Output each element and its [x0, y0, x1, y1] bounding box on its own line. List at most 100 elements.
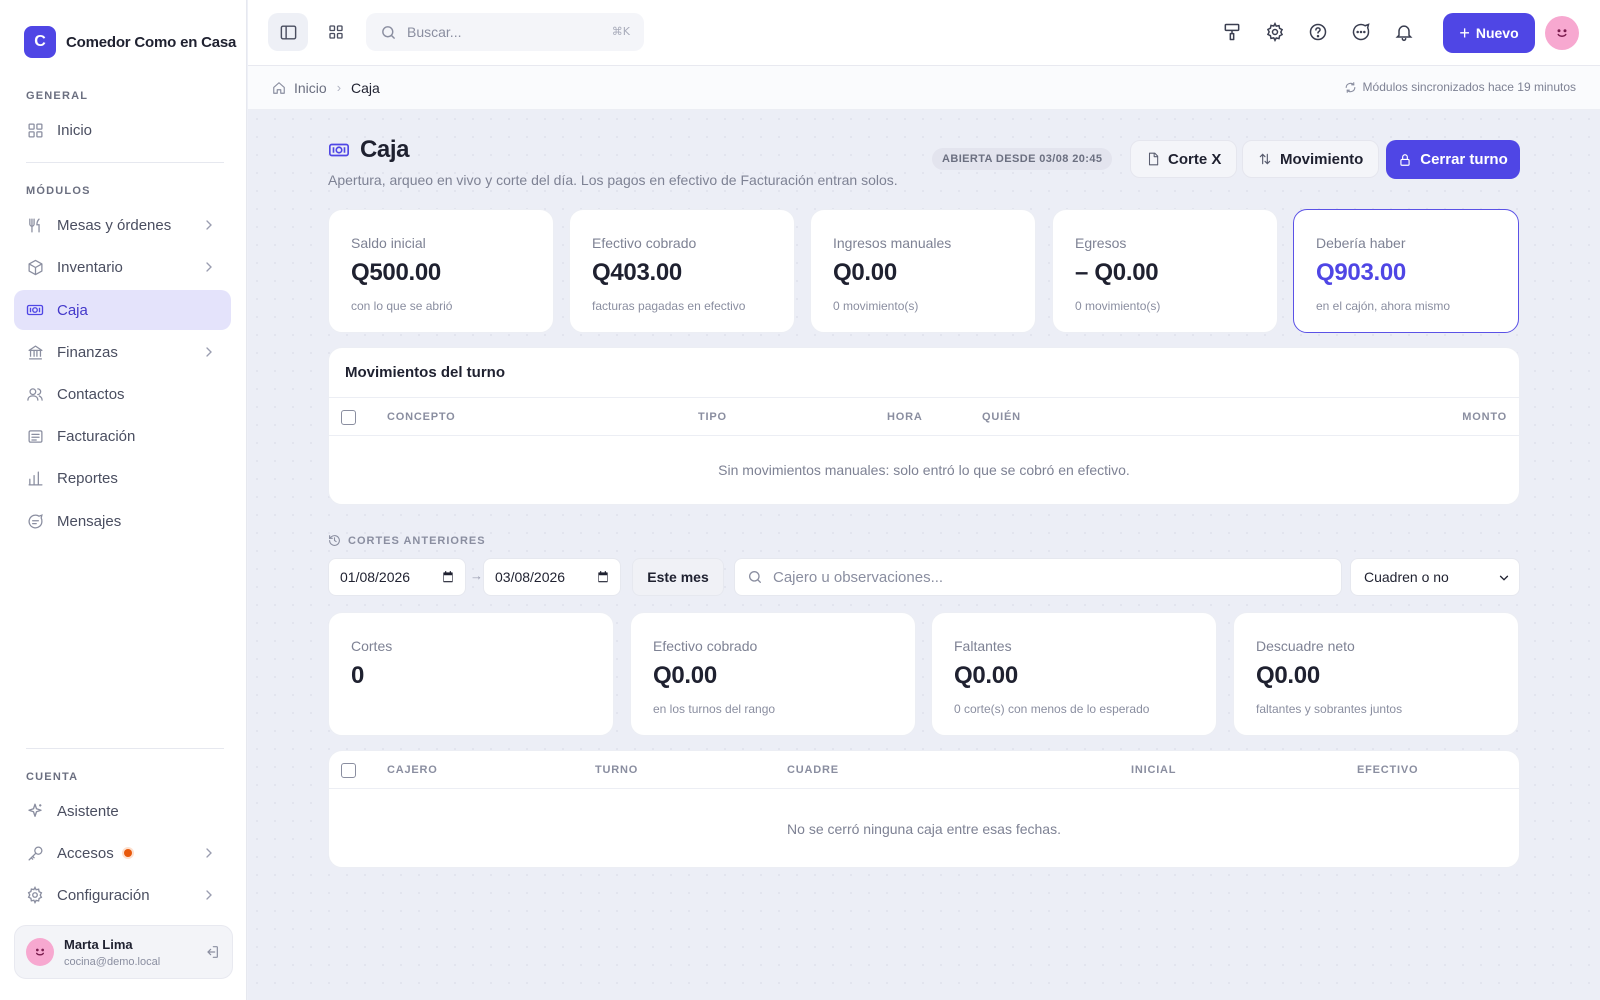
cerrar-turno-label: Cerrar turno	[1420, 151, 1508, 168]
cuadre-filter-select[interactable]: Cuadren o no	[1350, 558, 1520, 596]
stat-value: Q500.00	[351, 259, 441, 286]
sidebar-item-contactos[interactable]: Contactos	[14, 374, 231, 414]
notification-dot	[123, 849, 132, 857]
corte-x-button[interactable]: Corte X	[1130, 140, 1238, 178]
sidebar-item-inicio[interactable]: Inicio	[14, 110, 231, 150]
sidebar-item-reportes[interactable]: Reportes	[14, 458, 231, 498]
sidebar-item-inventario[interactable]: Inventario	[14, 247, 231, 287]
paint-roller-button[interactable]	[1220, 20, 1244, 44]
stat-value: Q0.00	[1256, 662, 1320, 689]
stat-card-efectivo-cobrado: Efectivo cobrado Q403.00 facturas pagada…	[569, 209, 795, 333]
movimiento-button[interactable]: Movimiento	[1242, 140, 1380, 178]
column-header[interactable]: HORA	[887, 411, 923, 423]
sidebar-item-label: Mensajes	[57, 512, 122, 530]
column-header[interactable]: QUIÉN	[982, 411, 1021, 423]
global-search-input[interactable]: Buscar... ⌘K	[366, 13, 644, 51]
select-all-checkbox[interactable]	[341, 410, 356, 425]
smiley-icon	[1557, 29, 1567, 37]
this-month-button[interactable]: Este mes	[632, 558, 724, 596]
brand[interactable]: C Comedor Como en Casa	[24, 26, 236, 58]
section-label-general: GENERAL	[26, 90, 89, 102]
lock-icon	[1400, 153, 1410, 166]
search-icon	[382, 25, 395, 39]
notifications-button[interactable]	[1392, 20, 1416, 44]
new-button[interactable]: + Nuevo	[1443, 13, 1535, 53]
user-card[interactable]: Marta Lima cocina@demo.local	[14, 925, 233, 979]
chevron-right-icon	[206, 848, 212, 858]
stat-card-faltantes: Faltantes Q0.00 0 corte(s) con menos de …	[931, 612, 1217, 736]
sidebar-toggle-icon	[280, 24, 296, 40]
gear-icon	[26, 886, 44, 904]
sidebar-item-accesos[interactable]: Accesos	[14, 833, 231, 873]
column-header[interactable]: TIPO	[698, 411, 727, 423]
grid-icon	[26, 121, 44, 139]
stat-value: Q0.00	[653, 662, 717, 689]
cerrar-turno-button[interactable]: Cerrar turno	[1386, 140, 1520, 179]
stat-value: 0	[351, 662, 365, 689]
chat-button[interactable]	[1349, 20, 1373, 44]
stat-note: 0 movimiento(s)	[1075, 299, 1161, 313]
stat-label: Descuadre neto	[1256, 638, 1355, 654]
sidebar-item-label: Asistente	[57, 802, 119, 820]
date-to-input[interactable]: 03/08/2026	[483, 558, 621, 596]
chevron-right-icon	[206, 220, 212, 230]
calendar-icon[interactable]	[596, 570, 610, 584]
chat-icon	[1352, 23, 1370, 41]
column-header[interactable]: TURNO	[595, 764, 638, 776]
apps-grid-icon	[329, 25, 343, 39]
logout-icon[interactable]	[204, 944, 220, 960]
empty-state: Sin movimientos manuales: solo entró lo …	[718, 462, 1130, 478]
bank-icon	[26, 343, 44, 361]
search-icon	[749, 571, 761, 583]
box-icon	[26, 258, 44, 276]
sidebar-item-configuracion[interactable]: Configuración	[14, 875, 231, 915]
corte-x-label: Corte X	[1168, 150, 1222, 168]
column-header[interactable]: MONTO	[1462, 411, 1507, 423]
sidebar-item-label: Configuración	[57, 886, 150, 904]
column-header[interactable]: EFECTIVO	[1357, 764, 1418, 776]
user-email: cocina@demo.local	[64, 955, 161, 968]
breadcrumb-home[interactable]: Inicio	[294, 80, 327, 96]
column-header[interactable]: CAJERO	[387, 764, 438, 776]
history-search-input[interactable]: Cajero u observaciones...	[734, 558, 1342, 596]
stat-label: Saldo inicial	[351, 235, 426, 251]
column-header[interactable]: CUADRE	[787, 764, 839, 776]
movements-title: Movimientos del turno	[329, 348, 1519, 398]
sidebar-item-mesas[interactable]: Mesas y órdenes	[14, 205, 231, 245]
section-label-account: CUENTA	[26, 771, 79, 783]
chevron-right-icon	[206, 347, 212, 357]
sidebar-item-label: Contactos	[57, 385, 125, 403]
paint-roller-icon	[1224, 23, 1240, 41]
status-badge: ABIERTA DESDE 03/08 20:45	[932, 148, 1113, 170]
sidebar-item-caja[interactable]: Caja	[14, 290, 231, 330]
settings-button[interactable]	[1263, 20, 1287, 44]
stat-note: faltantes y sobrantes juntos	[1256, 702, 1403, 716]
date-from-input[interactable]: 01/08/2026	[328, 558, 466, 596]
cuadre-filter-value: Cuadren o no	[1364, 569, 1449, 585]
column-header[interactable]: INICIAL	[1131, 764, 1176, 776]
stat-label: Cortes	[351, 638, 393, 654]
chevron-right-icon	[206, 890, 212, 900]
toggle-sidebar-button[interactable]	[268, 13, 308, 51]
stat-value: Q0.00	[833, 259, 897, 286]
sidebar-item-label: Reportes	[57, 469, 118, 487]
receipt-icon	[26, 427, 44, 445]
calendar-icon[interactable]	[441, 570, 455, 584]
stat-card-egresos: Egresos – Q0.00 0 movimiento(s)	[1052, 209, 1278, 333]
bell-icon	[1395, 25, 1413, 42]
sync-status: Módulos sincronizados hace 19 minutos	[1344, 80, 1576, 94]
cash-icon	[26, 301, 44, 319]
user-avatar-button[interactable]	[1545, 16, 1579, 50]
key-icon	[26, 844, 44, 862]
sidebar-item-finanzas[interactable]: Finanzas	[14, 332, 231, 372]
history-section-label: CORTES ANTERIORES	[328, 534, 486, 547]
stat-label: Debería haber	[1316, 235, 1406, 251]
sidebar-item-asistente[interactable]: Asistente	[14, 791, 231, 831]
sidebar-item-facturacion[interactable]: Facturación	[14, 416, 231, 456]
sidebar-item-mensajes[interactable]: Mensajes	[14, 501, 231, 541]
history-table-header: CAJERO TURNO CUADRE INICIAL EFECTIVO	[329, 751, 1519, 789]
apps-button[interactable]	[316, 13, 356, 51]
column-header[interactable]: CONCEPTO	[387, 411, 456, 423]
select-all-checkbox[interactable]	[341, 763, 356, 778]
help-button[interactable]	[1306, 20, 1330, 44]
